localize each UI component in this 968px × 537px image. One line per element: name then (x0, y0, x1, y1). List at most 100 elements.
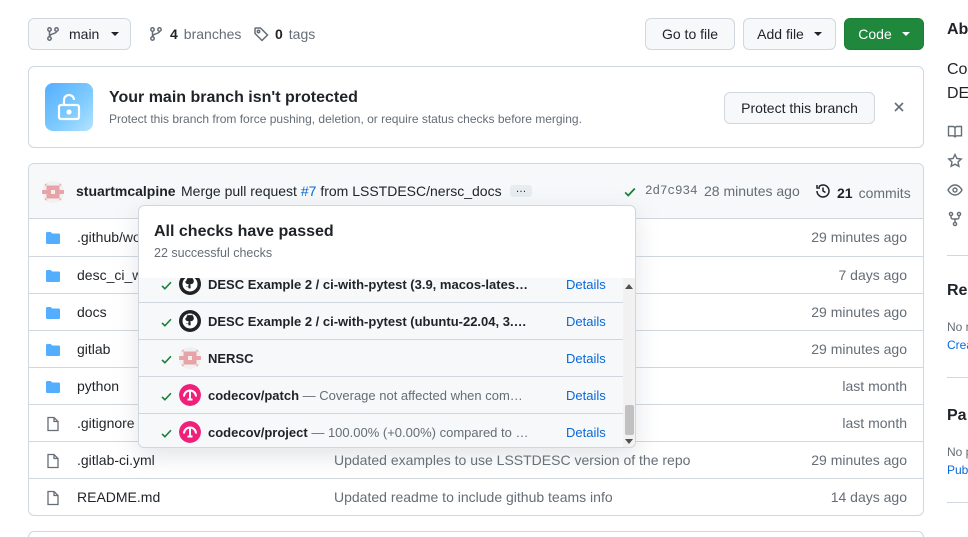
commits-count: 21 (837, 184, 853, 201)
check-details-link[interactable]: Details (566, 425, 606, 440)
tags-label: tags (288, 26, 316, 42)
add-file-label: Add file (757, 26, 804, 42)
create-release-link[interactable]: Crea (947, 338, 968, 352)
file-commit-time: 29 minutes ago (811, 452, 907, 468)
file-name[interactable]: desc_ci_w (77, 267, 142, 283)
check-title: codecov/project (208, 425, 308, 440)
branches-link[interactable]: 4 branches (148, 26, 241, 42)
avatar[interactable] (42, 181, 64, 203)
check-icon (160, 390, 173, 406)
tags-count: 0 (275, 26, 283, 42)
file-name[interactable]: docs (77, 304, 107, 320)
file-name[interactable]: README.md (77, 489, 160, 505)
close-icon[interactable] (891, 99, 907, 118)
file-commit-message[interactable]: Updated examples to use LSSTDESC version… (334, 452, 690, 468)
check-name: DESC Example 2 / ci-with-pytest (ubuntu-… (208, 314, 530, 329)
folder-icon (45, 230, 61, 249)
check-title: NERSC (208, 351, 254, 366)
go-to-file-button[interactable]: Go to file (645, 18, 735, 50)
sidebar-divider (947, 255, 968, 256)
about-heading: Ab (947, 21, 968, 38)
file-icon (45, 490, 61, 509)
releases-heading: Re (947, 282, 968, 299)
file-commit-time: 14 days ago (830, 489, 907, 505)
add-file-button[interactable]: Add file (743, 18, 836, 50)
check-title: codecov/patch (208, 388, 300, 403)
chevron-down-icon (813, 32, 822, 36)
codecov-icon (179, 421, 201, 443)
readme-box (28, 531, 924, 537)
file-name[interactable]: .gitignore (77, 415, 135, 431)
scroll-up-arrow-icon[interactable] (625, 284, 633, 289)
check-title: DESC Example 2 / ci-with-pytest (ubuntu-… (208, 314, 527, 329)
check-row: codecov/patch — Coverage not affected wh… (139, 377, 623, 414)
commits-label: commits (858, 184, 911, 201)
file-commit-time: 7 days ago (838, 267, 908, 283)
check-row: DESC Example 2 / ci-with-pytest (3.9, ma… (139, 278, 623, 303)
commit-sha[interactable]: 2d7c934 (645, 184, 698, 198)
check-name: codecov/project — 100.00% (+0.00%) compa… (208, 425, 530, 440)
file-commit-message[interactable]: Updated readme to include github teams i… (334, 489, 613, 505)
scrollbar-thumb[interactable] (625, 405, 634, 435)
file-name[interactable]: .gitlab-ci.yml (77, 452, 155, 468)
check-details-link[interactable]: Details (566, 351, 606, 366)
publish-package-link[interactable]: Pub (947, 463, 968, 477)
folder-icon (45, 268, 61, 287)
checks-popover: All checks have passed 22 successful che… (138, 205, 636, 448)
commit-message[interactable]: Merge pull request #7 from LSSTDESC/ners… (181, 183, 502, 199)
file-commit-time: 29 minutes ago (811, 229, 907, 245)
about-description-line1: Co (947, 61, 968, 78)
check-description: — 100.00% (+0.00%) compared to … (311, 425, 529, 440)
git-branch-icon (148, 26, 164, 42)
check-details-link[interactable]: Details (566, 314, 606, 329)
file-commit-time: last month (842, 378, 907, 394)
tag-icon (253, 26, 269, 42)
check-title: DESC Example 2 / ci-with-pytest (3.9, ma… (208, 278, 529, 292)
github-icon (179, 278, 201, 295)
check-name: codecov/patch — Coverage not affected wh… (208, 388, 530, 403)
protect-branch-button[interactable]: Protect this branch (724, 92, 875, 124)
file-row[interactable]: README.md Updated readme to include githu… (29, 478, 923, 515)
commit-author[interactable]: stuartmcalpine (76, 183, 176, 199)
file-name[interactable]: python (77, 378, 119, 394)
tags-link[interactable]: 0 tags (253, 26, 315, 42)
commit-time: 28 minutes ago (704, 183, 800, 199)
check-icon (160, 353, 173, 369)
pull-request-link[interactable]: #7 (301, 183, 317, 199)
packages-heading: Pa (947, 407, 967, 424)
check-row: DESC Example 2 / ci-with-pytest (ubuntu-… (139, 303, 623, 340)
check-row: NERSC Details (139, 340, 623, 377)
packages-note: No p (947, 445, 968, 459)
branches-count: 4 (170, 26, 178, 42)
folder-icon (45, 342, 61, 361)
branch-select-button[interactable]: main (28, 18, 131, 50)
commit-message-suffix: from LSSTDESC/nersc_docs (320, 183, 502, 199)
check-icon (160, 279, 173, 295)
codecov-icon (179, 384, 201, 406)
sidebar-divider (947, 502, 968, 503)
check-description: — Coverage not affected when com… (302, 388, 523, 403)
scroll-down-arrow-icon[interactable] (625, 439, 633, 444)
chevron-down-icon (111, 32, 120, 36)
check-details-link[interactable]: Details (566, 278, 606, 292)
check-details-link[interactable]: Details (566, 388, 606, 403)
file-icon (45, 416, 61, 435)
expand-commit-message-button[interactable]: … (510, 184, 532, 197)
app-avatar (179, 347, 201, 369)
banner-title: Your main branch isn't protected (109, 89, 358, 106)
book-icon (947, 124, 963, 143)
check-name: NERSC (208, 351, 530, 366)
check-icon[interactable] (623, 185, 637, 202)
commits-link[interactable]: 21 commits (815, 183, 911, 202)
file-name[interactable]: gitlab (77, 341, 110, 357)
github-icon (179, 310, 201, 332)
check-icon (160, 427, 173, 443)
eye-icon (947, 182, 963, 201)
file-commit-time: 29 minutes ago (811, 304, 907, 320)
file-name[interactable]: .github/wo (77, 229, 141, 245)
check-row: codecov/project — 100.00% (+0.00%) compa… (139, 414, 623, 447)
code-button[interactable]: Code (844, 18, 924, 50)
folder-icon (45, 305, 61, 324)
file-commit-time: 29 minutes ago (811, 341, 907, 357)
checks-list[interactable]: DESC Example 2 / ci-with-pytest (3.9, ma… (139, 278, 623, 447)
